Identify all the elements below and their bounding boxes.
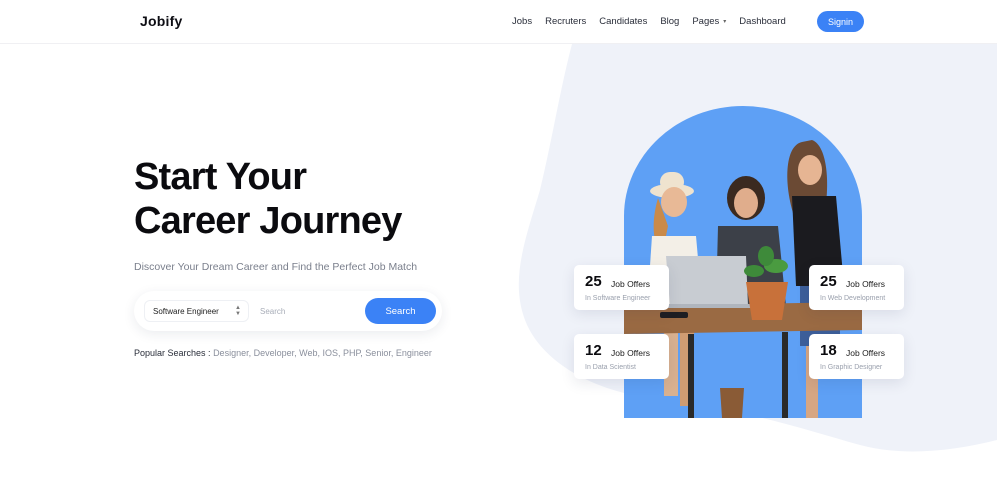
popular-searches-label: Popular Searches :	[134, 348, 211, 358]
job-search-bar: Software Engineer ▲ ▼ Search	[134, 291, 442, 331]
nav-link-blog[interactable]: Blog	[660, 16, 679, 27]
nav-link-jobs[interactable]: Jobs	[512, 16, 532, 27]
stat-category: In Software Engineer	[585, 295, 651, 302]
popular-searches: Popular Searches : Designer, Developer, …	[134, 348, 432, 358]
category-select-value: Software Engineer	[153, 306, 219, 316]
nav-link-label: Blog	[660, 16, 680, 27]
stat-card-graphic-designer[interactable]: 18 Job Offers In Graphic Designer	[809, 334, 904, 379]
nav-link-label: Candidates	[599, 16, 648, 27]
chevron-up-down-icon: ▲ ▼	[235, 305, 241, 317]
popular-searches-terms[interactable]: Designer, Developer, Web, IOS, PHP, Seni…	[213, 348, 432, 358]
stat-card-data-scientist[interactable]: 12 Job Offers In Data Scientist	[574, 334, 669, 379]
search-button[interactable]: Search	[365, 298, 436, 324]
hero-title-line-2: Career Journey	[134, 200, 402, 242]
chevron-down-icon: ▾	[723, 19, 727, 25]
nav-link-label: Dashboard	[739, 16, 786, 27]
hero-title-line-1: Start Your	[134, 156, 307, 198]
nav-link-label: Pages	[692, 16, 720, 27]
nav-link-dashboard[interactable]: Dashboard	[739, 16, 785, 27]
stat-card-software-engineer[interactable]: 25 Job Offers In Software Engineer	[574, 265, 669, 310]
stat-number: 25	[585, 273, 602, 290]
stat-label: Job Offers	[611, 348, 651, 358]
stat-label: Job Offers	[846, 279, 886, 289]
nav-link-label: Jobs	[512, 16, 533, 27]
category-select[interactable]: Software Engineer ▲ ▼	[144, 300, 249, 322]
hero-title: Start Your Career Journey	[134, 155, 402, 243]
stat-card-web-development[interactable]: 25 Job Offers In Web Development	[809, 265, 904, 310]
stat-number: 12	[585, 342, 602, 359]
stat-category: In Data Scientist	[585, 364, 636, 371]
main-nav: Jobs Recruters Candidates Blog Pages ▾ Da…	[512, 16, 799, 27]
signin-button[interactable]: Signin	[817, 11, 864, 32]
nav-link-candidates[interactable]: Candidates	[599, 16, 647, 27]
search-input[interactable]	[256, 300, 356, 322]
stat-label: Job Offers	[846, 348, 886, 358]
top-navbar: Jobify Jobs Recruters Candidates Blog Pa…	[0, 0, 997, 44]
stat-number: 18	[820, 342, 837, 359]
nav-link-recruters[interactable]: Recruters	[545, 16, 586, 27]
hero-subtitle: Discover Your Dream Career and Find the …	[134, 261, 418, 273]
nav-link-label: Recruters	[545, 16, 587, 27]
nav-link-pages[interactable]: Pages ▾	[692, 16, 726, 27]
stat-category: In Web Development	[820, 295, 886, 302]
site-logo[interactable]: Jobify	[140, 13, 182, 29]
stat-category: In Graphic Designer	[820, 364, 883, 371]
stat-label: Job Offers	[611, 279, 651, 289]
stat-number: 25	[820, 273, 837, 290]
